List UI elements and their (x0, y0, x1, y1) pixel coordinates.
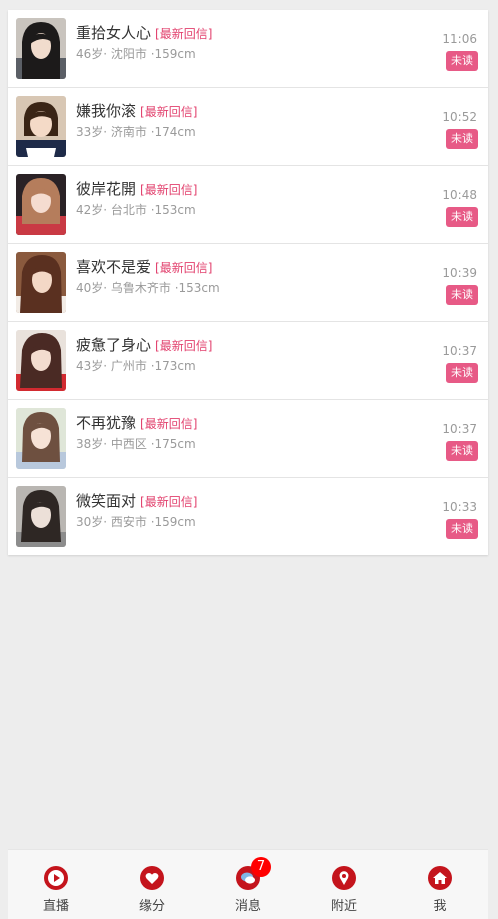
unread-badge: 未读 (446, 129, 478, 149)
message-item[interactable]: 不再犹豫 [最新回信] 38岁· 中西区 ·175cm 10:37 未读 (8, 400, 488, 478)
latest-reply-tag: [最新回信] (155, 339, 213, 353)
tab-match[interactable]: 缘分 (104, 850, 200, 919)
tab-label: 缘分 (138, 899, 165, 914)
bottom-tab-bar: 直播 缘分 7 消息 附近 我 (8, 849, 488, 919)
message-time: 11:06 (442, 32, 477, 46)
message-title: 喜欢不是爱 [最新回信] (76, 256, 212, 277)
avatar[interactable] (16, 408, 66, 469)
tab-live[interactable]: 直播 (8, 850, 104, 919)
tab-label: 消息 (234, 899, 261, 914)
message-item[interactable]: 喜欢不是爱 [最新回信] 40岁· 乌鲁木齐市 ·153cm 10:39 未读 (8, 244, 488, 322)
message-title: 重拾女人心 [最新回信] (76, 22, 212, 43)
avatar[interactable] (16, 96, 66, 157)
latest-reply-tag: [最新回信] (140, 105, 198, 119)
contact-info: 33岁· 济南市 ·174cm (76, 125, 196, 139)
message-title: 彼岸花開 [最新回信] (76, 178, 197, 199)
message-item[interactable]: 重拾女人心 [最新回信] 46岁· 沈阳市 ·159cm 11:06 未读 (8, 10, 488, 88)
home-icon (428, 866, 452, 890)
message-item[interactable]: 疲惫了身心 [最新回信] 43岁· 广州市 ·173cm 10:37 未读 (8, 322, 488, 400)
avatar[interactable] (16, 330, 66, 391)
latest-reply-tag: [最新回信] (140, 495, 198, 509)
message-time: 10:37 (442, 422, 477, 436)
avatar[interactable] (16, 486, 66, 547)
message-title: 不再犹豫 [最新回信] (76, 412, 197, 433)
contact-info: 38岁· 中西区 ·175cm (76, 437, 196, 451)
unread-count-badge: 7 (251, 857, 271, 877)
tab-nearby[interactable]: 附近 (296, 850, 392, 919)
message-time: 10:52 (442, 110, 477, 124)
unread-badge: 未读 (446, 441, 478, 461)
contact-info: 30岁· 西安市 ·159cm (76, 515, 196, 529)
latest-reply-tag: [最新回信] (140, 183, 198, 197)
contact-name: 彼岸花開 (76, 180, 137, 198)
contact-name: 重拾女人心 (76, 24, 152, 42)
unread-badge: 未读 (446, 519, 478, 539)
contact-info: 43岁· 广州市 ·173cm (76, 359, 196, 373)
message-title: 嫌我你滚 [最新回信] (76, 100, 197, 121)
unread-badge: 未读 (446, 51, 478, 71)
unread-badge: 未读 (446, 207, 478, 227)
message-time: 10:33 (442, 500, 477, 514)
tab-messages[interactable]: 7 消息 (200, 850, 296, 919)
heart-icon (140, 866, 164, 890)
contact-name: 疲惫了身心 (76, 336, 152, 354)
contact-info: 46岁· 沈阳市 ·159cm (76, 47, 196, 61)
message-item[interactable]: 微笑面对 [最新回信] 30岁· 西安市 ·159cm 10:33 未读 (8, 478, 488, 555)
contact-info: 40岁· 乌鲁木齐市 ·153cm (76, 281, 220, 295)
latest-reply-tag: [最新回信] (155, 261, 213, 275)
message-list: 重拾女人心 [最新回信] 46岁· 沈阳市 ·159cm 11:06 未读 嫌我你… (8, 10, 488, 555)
tab-label: 直播 (42, 899, 69, 914)
contact-name: 不再犹豫 (76, 414, 137, 432)
avatar[interactable] (16, 174, 66, 235)
avatar[interactable] (16, 18, 66, 79)
tab-me[interactable]: 我 (392, 850, 488, 919)
message-item[interactable]: 嫌我你滚 [最新回信] 33岁· 济南市 ·174cm 10:52 未读 (8, 88, 488, 166)
contact-name: 微笑面对 (76, 492, 137, 510)
message-title: 疲惫了身心 [最新回信] (76, 334, 212, 355)
message-time: 10:39 (442, 266, 477, 280)
message-time: 10:37 (442, 344, 477, 358)
unread-badge: 未读 (446, 285, 478, 305)
latest-reply-tag: [最新回信] (155, 27, 213, 41)
location-pin-icon (332, 866, 356, 890)
contact-name: 嫌我你滚 (76, 102, 137, 120)
latest-reply-tag: [最新回信] (140, 417, 198, 431)
message-item[interactable]: 彼岸花開 [最新回信] 42岁· 台北市 ·153cm 10:48 未读 (8, 166, 488, 244)
message-time: 10:48 (442, 188, 477, 202)
tab-label: 我 (433, 899, 447, 914)
tab-label: 附近 (330, 899, 357, 914)
play-icon (44, 866, 68, 890)
message-title: 微笑面对 [最新回信] (76, 490, 197, 511)
contact-name: 喜欢不是爱 (76, 258, 152, 276)
unread-badge: 未读 (446, 363, 478, 383)
contact-info: 42岁· 台北市 ·153cm (76, 203, 196, 217)
avatar[interactable] (16, 252, 66, 313)
